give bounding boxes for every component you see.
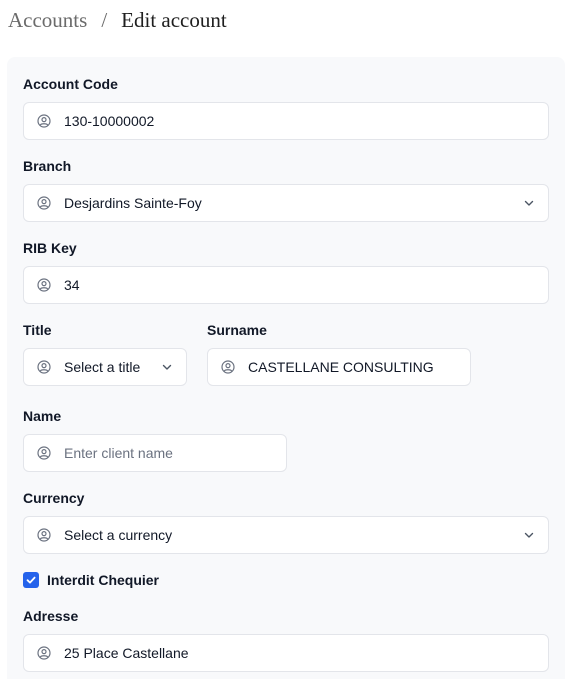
account-code-label: Account Code — [23, 76, 118, 92]
title-select[interactable]: Select a title — [23, 348, 187, 386]
title-label: Title — [23, 322, 52, 338]
surname-input[interactable]: CASTELLANE CONSULTING — [207, 348, 471, 386]
account-code-value: 130-10000002 — [64, 113, 155, 129]
chevron-down-icon — [523, 529, 535, 541]
branch-select[interactable]: Desjardins Sainte-Foy — [23, 184, 549, 222]
rib-key-value: 34 — [64, 277, 80, 293]
page-title: Edit account — [121, 7, 227, 32]
name-label: Name — [23, 408, 62, 424]
rib-key-input[interactable]: 34 — [23, 266, 549, 304]
currency-label: Currency — [23, 490, 85, 506]
title-select-value: Select a title — [64, 359, 141, 375]
surname-label: Surname — [207, 322, 267, 338]
user-circle-icon — [37, 278, 51, 292]
user-circle-icon — [37, 528, 51, 542]
client-name-placeholder: Enter client name — [64, 445, 173, 461]
user-circle-icon — [37, 196, 51, 210]
currency-select-value: Select a currency — [64, 527, 173, 543]
breadcrumb: Accounts / Edit account — [8, 6, 227, 34]
user-circle-icon — [221, 360, 235, 374]
user-circle-icon — [37, 646, 51, 660]
currency-select[interactable]: Select a currency — [23, 516, 549, 554]
user-circle-icon — [37, 114, 51, 128]
breadcrumb-separator: / — [101, 7, 108, 32]
interdit-chequier-checkbox[interactable] — [23, 572, 39, 588]
account-code-input[interactable]: 130-10000002 — [23, 102, 549, 140]
rib-key-label: RIB Key — [23, 240, 77, 256]
interdit-chequier-toggle[interactable]: Interdit Chequier — [23, 571, 159, 589]
interdit-chequier-label: Interdit Chequier — [47, 572, 160, 588]
chevron-down-icon — [161, 361, 173, 373]
client-name-input[interactable]: Enter client name — [23, 434, 287, 472]
user-circle-icon — [37, 446, 51, 460]
adresse-label: Adresse — [23, 608, 79, 624]
checkmark-icon — [26, 576, 36, 584]
chevron-down-icon — [523, 197, 535, 209]
adresse-input[interactable]: 25 Place Castellane — [23, 634, 549, 672]
user-circle-icon — [37, 360, 51, 374]
adresse-value: 25 Place Castellane — [64, 645, 189, 661]
branch-label: Branch — [23, 158, 72, 174]
breadcrumb-accounts-link[interactable]: Accounts — [8, 8, 87, 33]
surname-value: CASTELLANE CONSULTING — [248, 359, 434, 375]
branch-value: Desjardins Sainte-Foy — [64, 195, 202, 211]
